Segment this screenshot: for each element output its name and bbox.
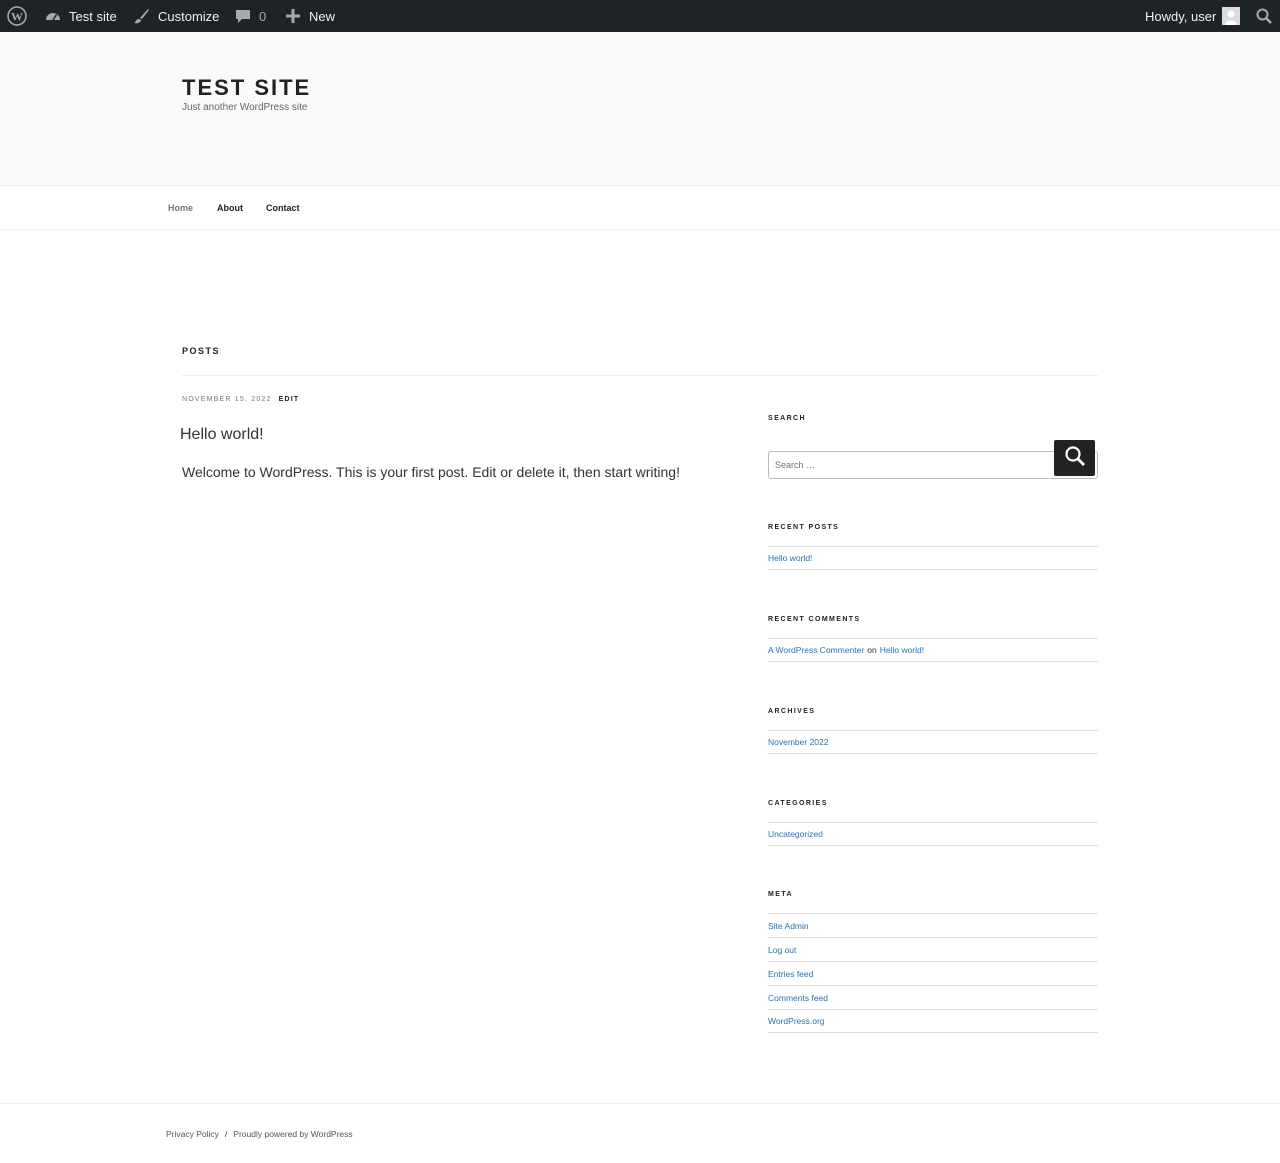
recent-comments-list: A WordPress Commenter on Hello world! xyxy=(768,638,1098,662)
customize-button[interactable]: Customize xyxy=(132,0,219,32)
customize-label: Customize xyxy=(158,8,220,24)
list-item: Log out xyxy=(768,937,1098,961)
site-name-label: Test site xyxy=(69,8,117,24)
meta-comments-feed-link[interactable]: Comments feed xyxy=(768,993,828,1003)
plus-icon xyxy=(283,6,303,26)
list-item: A WordPress Commenter on Hello world! xyxy=(768,638,1098,662)
meta-site-admin-link[interactable]: Site Admin xyxy=(768,921,809,931)
meta-wordpress-org-link[interactable]: WordPress.org xyxy=(768,1016,825,1026)
list-item: November 2022 xyxy=(768,730,1098,754)
list-item: Hello world! xyxy=(768,546,1098,570)
post-meta: NOVEMBER 15, 2022 EDIT xyxy=(182,396,299,403)
search-icon xyxy=(1064,445,1086,472)
meta-list: Site Admin Log out Entries feed Comments… xyxy=(768,913,1098,1033)
privacy-policy-link[interactable]: Privacy Policy xyxy=(166,1129,219,1139)
divider xyxy=(182,375,1098,376)
comment-author-link[interactable]: A WordPress Commenter xyxy=(768,645,864,655)
admin-search-button[interactable] xyxy=(1254,0,1274,32)
howdy-label: Howdy, user xyxy=(1145,8,1217,24)
categories-list: Uncategorized xyxy=(768,822,1098,846)
widget-title-search: SEARCH xyxy=(768,415,806,422)
footer-divider xyxy=(0,1103,1280,1104)
nav-item-about[interactable]: About xyxy=(217,203,243,213)
recent-post-link[interactable]: Hello world! xyxy=(768,553,812,563)
new-content-button[interactable]: New xyxy=(283,0,335,32)
widget-title-recent-comments: RECENT COMMENTS xyxy=(768,616,861,623)
wordpress-logo-button[interactable]: W xyxy=(7,0,27,32)
archives-list: November 2022 xyxy=(768,730,1098,754)
list-item: Uncategorized xyxy=(768,822,1098,846)
recent-posts-list: Hello world! xyxy=(768,546,1098,570)
comments-count: 0 xyxy=(259,8,267,24)
post-title[interactable]: Hello world! xyxy=(180,426,264,444)
dashboard-icon xyxy=(43,6,63,26)
widget-title-categories: CATEGORIES xyxy=(768,800,828,807)
powered-by-link[interactable]: Proudly powered by WordPress xyxy=(233,1129,352,1139)
comment-post-link[interactable]: Hello world! xyxy=(880,645,924,655)
site-header: TEST SITE Just another WordPress site xyxy=(0,32,1280,186)
search-icon xyxy=(1254,6,1274,26)
category-link[interactable]: Uncategorized xyxy=(768,829,823,839)
search-submit-button[interactable] xyxy=(1054,440,1095,476)
comment-on-text: on xyxy=(867,645,877,655)
widget-title-archives: ARCHIVES xyxy=(768,708,816,715)
site-title[interactable]: TEST SITE xyxy=(182,75,311,101)
nav-item-home[interactable]: Home xyxy=(168,203,193,213)
meta-log-out-link[interactable]: Log out xyxy=(768,945,796,955)
widget-title-meta: META xyxy=(768,891,793,898)
brush-icon xyxy=(132,6,152,26)
site-footer: Privacy Policy / Proudly powered by Word… xyxy=(166,1129,353,1139)
list-item: WordPress.org xyxy=(768,1009,1098,1033)
post-content: Welcome to WordPress. This is your first… xyxy=(182,464,680,480)
meta-entries-feed-link[interactable]: Entries feed xyxy=(768,969,813,979)
list-item: Entries feed xyxy=(768,961,1098,985)
comments-button[interactable]: 0 xyxy=(233,0,266,32)
search-input[interactable] xyxy=(775,460,1045,470)
page-title: POSTS xyxy=(182,346,221,356)
list-item: Comments feed xyxy=(768,985,1098,1009)
svg-text:W: W xyxy=(11,10,23,24)
my-account-button[interactable]: Howdy, user xyxy=(1145,0,1241,32)
archive-link[interactable]: November 2022 xyxy=(768,737,828,747)
list-item: Site Admin xyxy=(768,913,1098,937)
nav-item-contact[interactable]: Contact xyxy=(266,203,300,213)
wordpress-logo-icon: W xyxy=(7,6,27,26)
avatar xyxy=(1222,7,1241,25)
main-navigation: Home About Contact xyxy=(0,186,1280,230)
site-description: Just another WordPress site xyxy=(182,102,308,113)
post-date[interactable]: NOVEMBER 15, 2022 xyxy=(182,396,272,403)
site-name-button[interactable]: Test site xyxy=(43,0,117,32)
search-form xyxy=(768,451,1098,479)
post-edit-link[interactable]: EDIT xyxy=(279,396,300,403)
comment-bubble-icon xyxy=(233,6,253,26)
widget-title-recent-posts: RECENT POSTS xyxy=(768,524,840,531)
new-label: New xyxy=(309,8,336,24)
admin-bar: W Test site Customize 0 New Howdy, user xyxy=(0,0,1280,32)
footer-separator: / xyxy=(224,1129,228,1139)
